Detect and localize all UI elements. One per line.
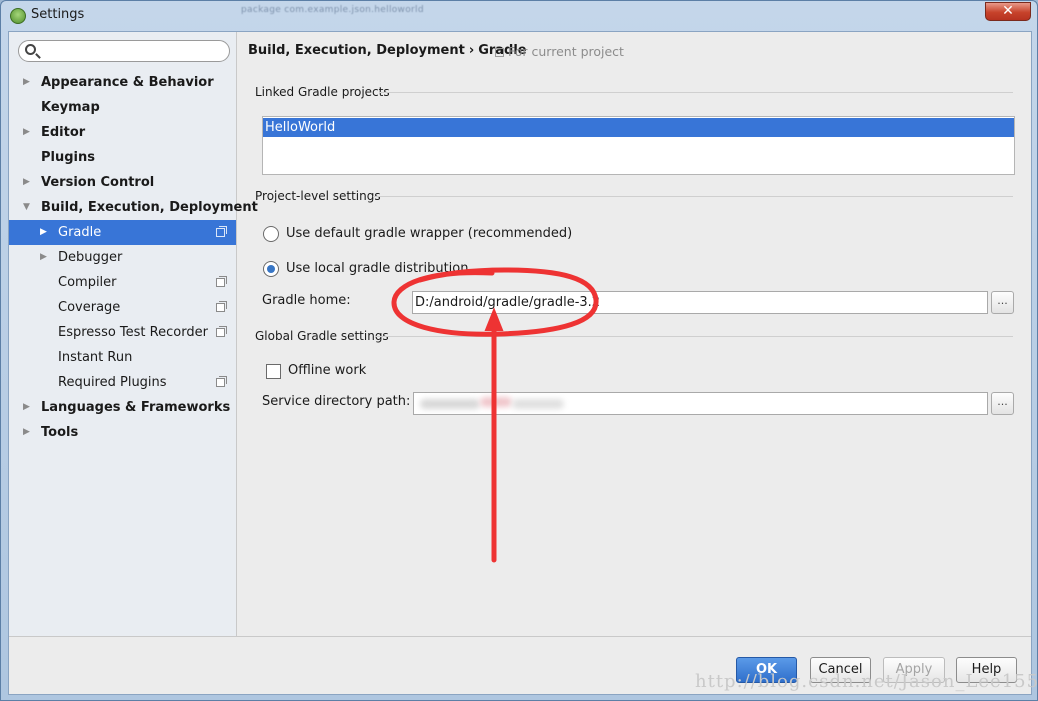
sidebar-item-instant-run[interactable]: Instant Run (9, 345, 236, 370)
project-scope-icon (216, 326, 227, 337)
title-bar[interactable]: Settings package com.example.json.hellow… (1, 1, 1037, 31)
window-title: Settings (31, 7, 85, 22)
sidebar-item-version-control[interactable]: ▶ Version Control (9, 170, 236, 195)
local-distribution-radio[interactable] (263, 261, 279, 277)
search-input[interactable] (41, 42, 226, 60)
sidebar-item-label: Gradle (58, 225, 102, 240)
service-directory-label: Service directory path: (262, 394, 411, 409)
sidebar-item-plugins[interactable]: Plugins (9, 145, 236, 170)
breadcrumb-separator: › (468, 43, 475, 58)
project-settings-title: Project-level settings (255, 189, 381, 203)
default-wrapper-label: Use default gradle wrapper (recommended) (286, 226, 573, 241)
linked-projects-list[interactable]: HelloWorld (262, 116, 1015, 175)
settings-sidebar: ▶ Appearance & Behavior Keymap ▶ Editor Plugi… (9, 32, 258, 636)
expand-down-icon[interactable]: ▼ (23, 195, 30, 220)
offline-work-label: Offline work (288, 363, 367, 378)
gradle-home-field[interactable]: D:/android/gradle/gradle-3.2 (412, 291, 988, 314)
sidebar-item-label: Build, Execution, Deployment (41, 200, 258, 215)
window-title-path: package com.example.json.helloworld (241, 5, 424, 15)
sidebar-item-required-plugins[interactable]: Required Plugins (9, 370, 236, 395)
gradle-home-browse-button[interactable]: ... (991, 291, 1014, 314)
default-wrapper-radio[interactable] (263, 226, 279, 242)
sidebar-item-label: Plugins (41, 150, 95, 165)
project-scope-icon (216, 301, 227, 312)
expand-right-icon[interactable]: ▶ (23, 420, 30, 445)
redacted-path (420, 399, 480, 409)
section-divider (379, 92, 1013, 93)
expand-right-icon[interactable]: ▶ (23, 120, 30, 145)
service-directory-browse-button[interactable]: ... (991, 392, 1014, 415)
expand-right-icon[interactable]: ▶ (40, 220, 47, 245)
sidebar-item-coverage[interactable]: Coverage (9, 295, 236, 320)
sidebar-item-label: Keymap (41, 100, 100, 115)
sidebar-item-keymap[interactable]: Keymap (9, 95, 236, 120)
scope-label: For current project (508, 44, 624, 59)
sidebar-item-label: Appearance & Behavior (41, 75, 214, 90)
sidebar-item-compiler[interactable]: Compiler (9, 270, 236, 295)
expand-right-icon[interactable]: ▶ (40, 245, 47, 270)
sidebar-item-debugger[interactable]: ▶ Debugger (9, 245, 236, 270)
breadcrumb-parent: Build, Execution, Deployment (248, 43, 465, 58)
footer-divider (9, 636, 1031, 637)
local-distribution-label: Use local gradle distribution (286, 261, 469, 276)
offline-work-checkbox[interactable] (266, 364, 281, 379)
project-scope-icon (216, 276, 227, 287)
settings-search[interactable] (18, 40, 230, 62)
sidebar-item-label: Editor (41, 125, 86, 140)
breadcrumb: Build, Execution, Deployment › Gradle (248, 43, 527, 58)
settings-dialog-body: ▶ Appearance & Behavior Keymap ▶ Editor Plugi… (8, 31, 1032, 695)
close-button[interactable]: ✕ (985, 2, 1031, 21)
project-scope-icon (216, 226, 227, 237)
redacted-path (512, 399, 564, 409)
sidebar-item-label: Coverage (58, 300, 121, 315)
expand-right-icon[interactable]: ▶ (23, 70, 30, 95)
section-divider (375, 336, 1013, 337)
sidebar-item-tools[interactable]: ▶ Tools (9, 420, 236, 445)
search-icon (25, 44, 36, 55)
sidebar-item-label: Instant Run (58, 350, 133, 365)
sidebar-item-languages-frameworks[interactable]: ▶ Languages & Frameworks (9, 395, 236, 420)
list-item-helloworld[interactable]: HelloWorld (263, 118, 1014, 137)
redacted-path (480, 397, 512, 407)
sidebar-item-gradle[interactable]: ▶ Gradle (9, 220, 236, 245)
settings-window: Settings package com.example.json.hellow… (0, 0, 1038, 701)
sidebar-item-label: Debugger (58, 250, 123, 265)
sidebar-item-label: Tools (41, 425, 79, 440)
project-scope-icon (495, 48, 504, 57)
sidebar-item-label: Compiler (58, 275, 117, 290)
android-studio-icon (10, 8, 26, 24)
sidebar-item-label: Espresso Test Recorder (58, 325, 208, 340)
sidebar-item-editor[interactable]: ▶ Editor (9, 120, 236, 145)
section-divider (373, 196, 1013, 197)
expand-right-icon[interactable]: ▶ (23, 395, 30, 420)
gradle-home-label: Gradle home: (262, 293, 351, 308)
linked-projects-title: Linked Gradle projects (255, 85, 390, 99)
scope-indicator: For current project (495, 44, 624, 59)
sidebar-item-appearance-behavior[interactable]: ▶ Appearance & Behavior (9, 70, 236, 95)
global-settings-title: Global Gradle settings (255, 329, 389, 343)
sidebar-item-label: Languages & Frameworks (41, 400, 231, 415)
sidebar-item-build-execution-deployment[interactable]: ▼ Build, Execution, Deployment (9, 195, 258, 220)
sidebar-item-label: Version Control (41, 175, 155, 190)
sidebar-item-espresso-test-recorder[interactable]: Espresso Test Recorder (9, 320, 236, 345)
service-directory-field[interactable] (413, 392, 988, 415)
expand-right-icon[interactable]: ▶ (23, 170, 30, 195)
watermark: http://blog.csdn.net/Jason_Lee155 (695, 671, 1038, 692)
project-scope-icon (216, 376, 227, 387)
sidebar-item-label: Required Plugins (58, 375, 167, 390)
